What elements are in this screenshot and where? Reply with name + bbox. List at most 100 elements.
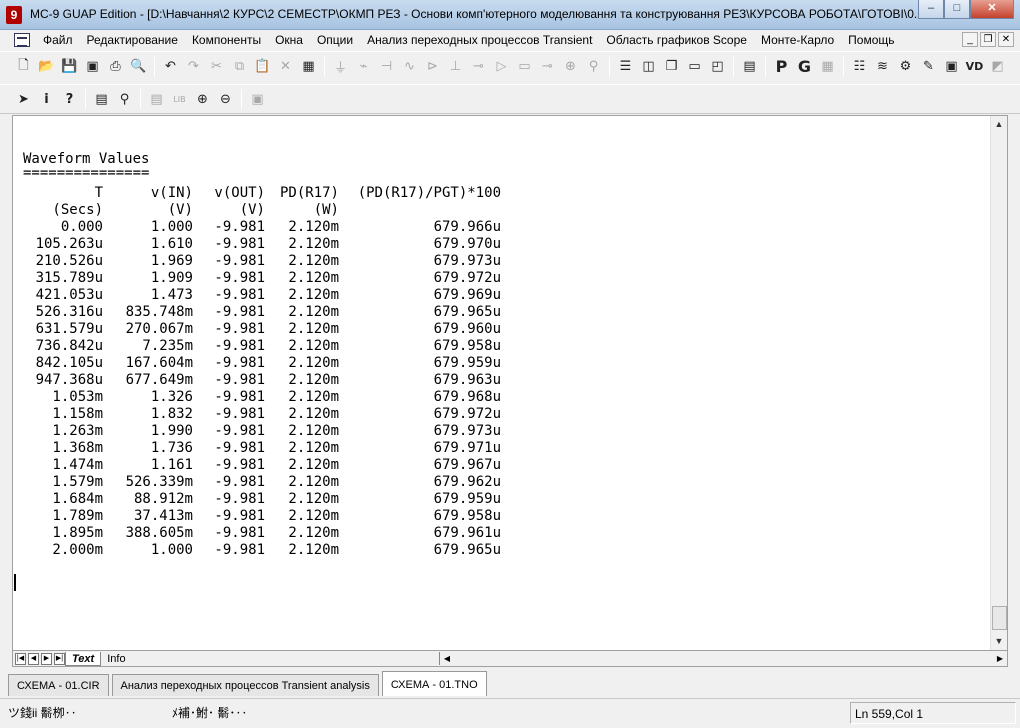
opamp-icon[interactable]: ▷ [491, 56, 513, 78]
properties-icon[interactable]: ◩ [987, 56, 1009, 78]
waveform-icon[interactable]: ≋ [872, 56, 894, 78]
print-preview-icon[interactable]: 🔍 [128, 56, 150, 78]
vi-icon[interactable]: VD [964, 56, 986, 78]
split-window-icon[interactable]: ◰ [707, 56, 729, 78]
table-row: 210.526u 1.969 -9.981 2.120m 679.973u [23, 253, 501, 270]
paste-icon[interactable]: 📋 [252, 56, 274, 78]
g-icon[interactable]: G [794, 56, 816, 78]
sheet-tab-info[interactable]: Info [101, 652, 131, 666]
wire-icon[interactable]: ⊸ [537, 56, 559, 78]
p-icon[interactable]: P [771, 56, 793, 78]
cell-pd-ratio: 679.965u [433, 542, 501, 558]
ground-icon[interactable]: ⏚ [330, 56, 352, 78]
first-sheet-icon[interactable]: |◀ [15, 652, 26, 665]
library-icon[interactable]: LIB [169, 88, 191, 110]
capacitor-icon[interactable]: ⊣ [376, 56, 398, 78]
calculator-icon[interactable]: ▤ [739, 56, 761, 78]
scroll-left-arrow-icon[interactable]: ◀ [440, 652, 454, 665]
probe-icon[interactable]: ⚲ [583, 56, 605, 78]
save-all-icon[interactable]: ▣ [82, 56, 104, 78]
camera-icon[interactable]: ▣ [247, 88, 269, 110]
window-icon[interactable]: ▭ [684, 56, 706, 78]
minimize-button[interactable]: – [918, 0, 944, 19]
cell-time: 1.158m [52, 406, 103, 422]
save-icon[interactable]: 💾 [59, 56, 81, 78]
toolbar-separator [324, 56, 325, 77]
print-icon[interactable]: ⎙ [105, 56, 127, 78]
cell-time: 631.579u [35, 321, 103, 337]
transistor-icon[interactable]: ⊸ [468, 56, 490, 78]
new-file-icon[interactable]: 🗋 [13, 56, 35, 78]
redo-icon[interactable]: ↷ [183, 56, 205, 78]
app-icon[interactable]: 9 [6, 6, 22, 24]
zoom-in-icon[interactable]: ⊕ [192, 88, 214, 110]
menu-scope[interactable]: Область графиков Scope [599, 33, 754, 47]
diode-icon[interactable]: ⊳ [422, 56, 444, 78]
open-folder-icon[interactable]: 📂 [36, 56, 58, 78]
mdi-close-button[interactable]: ✕ [998, 32, 1014, 47]
undo-icon[interactable]: ↶ [160, 56, 182, 78]
menu-windows[interactable]: Окна [268, 33, 310, 47]
text-output-area[interactable]: Waveform Values =============== T v(IN) … [12, 115, 1008, 651]
close-button[interactable]: ✕ [970, 0, 1014, 19]
tab-output-tno[interactable]: СХЕМА - 01.TNO [381, 671, 487, 696]
scroll-up-arrow-icon[interactable]: ▲ [991, 116, 1007, 133]
scroll-right-arrow-icon[interactable]: ▶ [993, 652, 1007, 665]
sheet-tab-text[interactable]: Text [65, 651, 102, 666]
vertical-tile-icon[interactable]: ◫ [638, 56, 660, 78]
find-icon[interactable]: ⚲ [114, 88, 136, 110]
menu-components[interactable]: Компоненты [185, 33, 268, 47]
menu-file[interactable]: Файл [36, 33, 80, 47]
horizontal-scrollbar[interactable]: ◀ ▶ [439, 652, 1007, 665]
cell-pd-ratio: 679.960u [433, 321, 501, 337]
menu-monte-carlo[interactable]: Монте-Карло [754, 33, 841, 47]
cell-vin: 1.000 [150, 219, 193, 235]
next-sheet-icon[interactable]: ▶ [41, 652, 52, 665]
tab-transient-analysis[interactable]: Анализ переходных процессов Transient an… [111, 674, 379, 696]
cut-icon[interactable]: ✂ [206, 56, 228, 78]
prev-sheet-icon[interactable]: ◀ [28, 652, 39, 665]
last-sheet-icon[interactable]: ▶| [54, 652, 65, 665]
component-list-icon[interactable]: ☷ [849, 56, 871, 78]
tab-circuit[interactable]: СХЕМА - 01.CIR [8, 674, 109, 696]
cell-vout: -9.981 [214, 440, 265, 456]
mdi-restore-button[interactable]: ❐ [980, 32, 996, 47]
macro-icon[interactable]: ▭ [514, 56, 536, 78]
select-arrow-icon[interactable]: ➤ [13, 88, 35, 110]
menu-options[interactable]: Опции [310, 33, 360, 47]
cell-vout: -9.981 [214, 525, 265, 541]
inductor-icon[interactable]: ∿ [399, 56, 421, 78]
document-menu-icon[interactable] [14, 33, 30, 47]
text-mode-icon[interactable]: ▤ [146, 88, 168, 110]
unit-time: (Secs) [52, 202, 103, 218]
scroll-thumb[interactable] [992, 606, 1007, 630]
info-icon[interactable]: i [36, 88, 58, 110]
battery-icon[interactable]: ⊥ [445, 56, 467, 78]
copy-icon[interactable]: ⧉ [229, 56, 251, 78]
pen-icon[interactable]: ✎ [918, 56, 940, 78]
node-icon[interactable]: ⊕ [560, 56, 582, 78]
scope-icon[interactable]: ▣ [941, 56, 963, 78]
cell-pd-ratio: 679.958u [433, 508, 501, 524]
resistor-icon[interactable]: ⌁ [353, 56, 375, 78]
cascade-icon[interactable]: ❐ [661, 56, 683, 78]
cell-pd: 2.120m [288, 440, 339, 456]
menu-edit[interactable]: Редактирование [80, 33, 185, 47]
maximize-button[interactable]: □ [944, 0, 970, 19]
scroll-down-arrow-icon[interactable]: ▼ [991, 633, 1007, 650]
mdi-minimize-button[interactable]: _ [962, 32, 978, 47]
vertical-scrollbar[interactable]: ▲ ▼ [990, 116, 1007, 650]
delete-icon[interactable]: ✕ [275, 56, 297, 78]
help-query-icon[interactable]: ? [59, 88, 81, 110]
grid-icon[interactable]: ▦ [817, 56, 839, 78]
analysis-icon[interactable]: ⚙ [895, 56, 917, 78]
menu-help[interactable]: Помощь [841, 33, 901, 47]
horizontal-tile-icon[interactable]: ☰ [615, 56, 637, 78]
menu-transient[interactable]: Анализ переходных процессов Transient [360, 33, 599, 47]
select-all-icon[interactable]: ▦ [298, 56, 320, 78]
header-vout: v(OUT) [214, 185, 265, 201]
window-controls: – □ ✕ [918, 0, 1014, 19]
menu-bar: Файл Редактирование Компоненты Окна Опци… [0, 30, 1020, 50]
properties-icon[interactable]: ▤ [91, 88, 113, 110]
zoom-out-icon[interactable]: ⊖ [215, 88, 237, 110]
